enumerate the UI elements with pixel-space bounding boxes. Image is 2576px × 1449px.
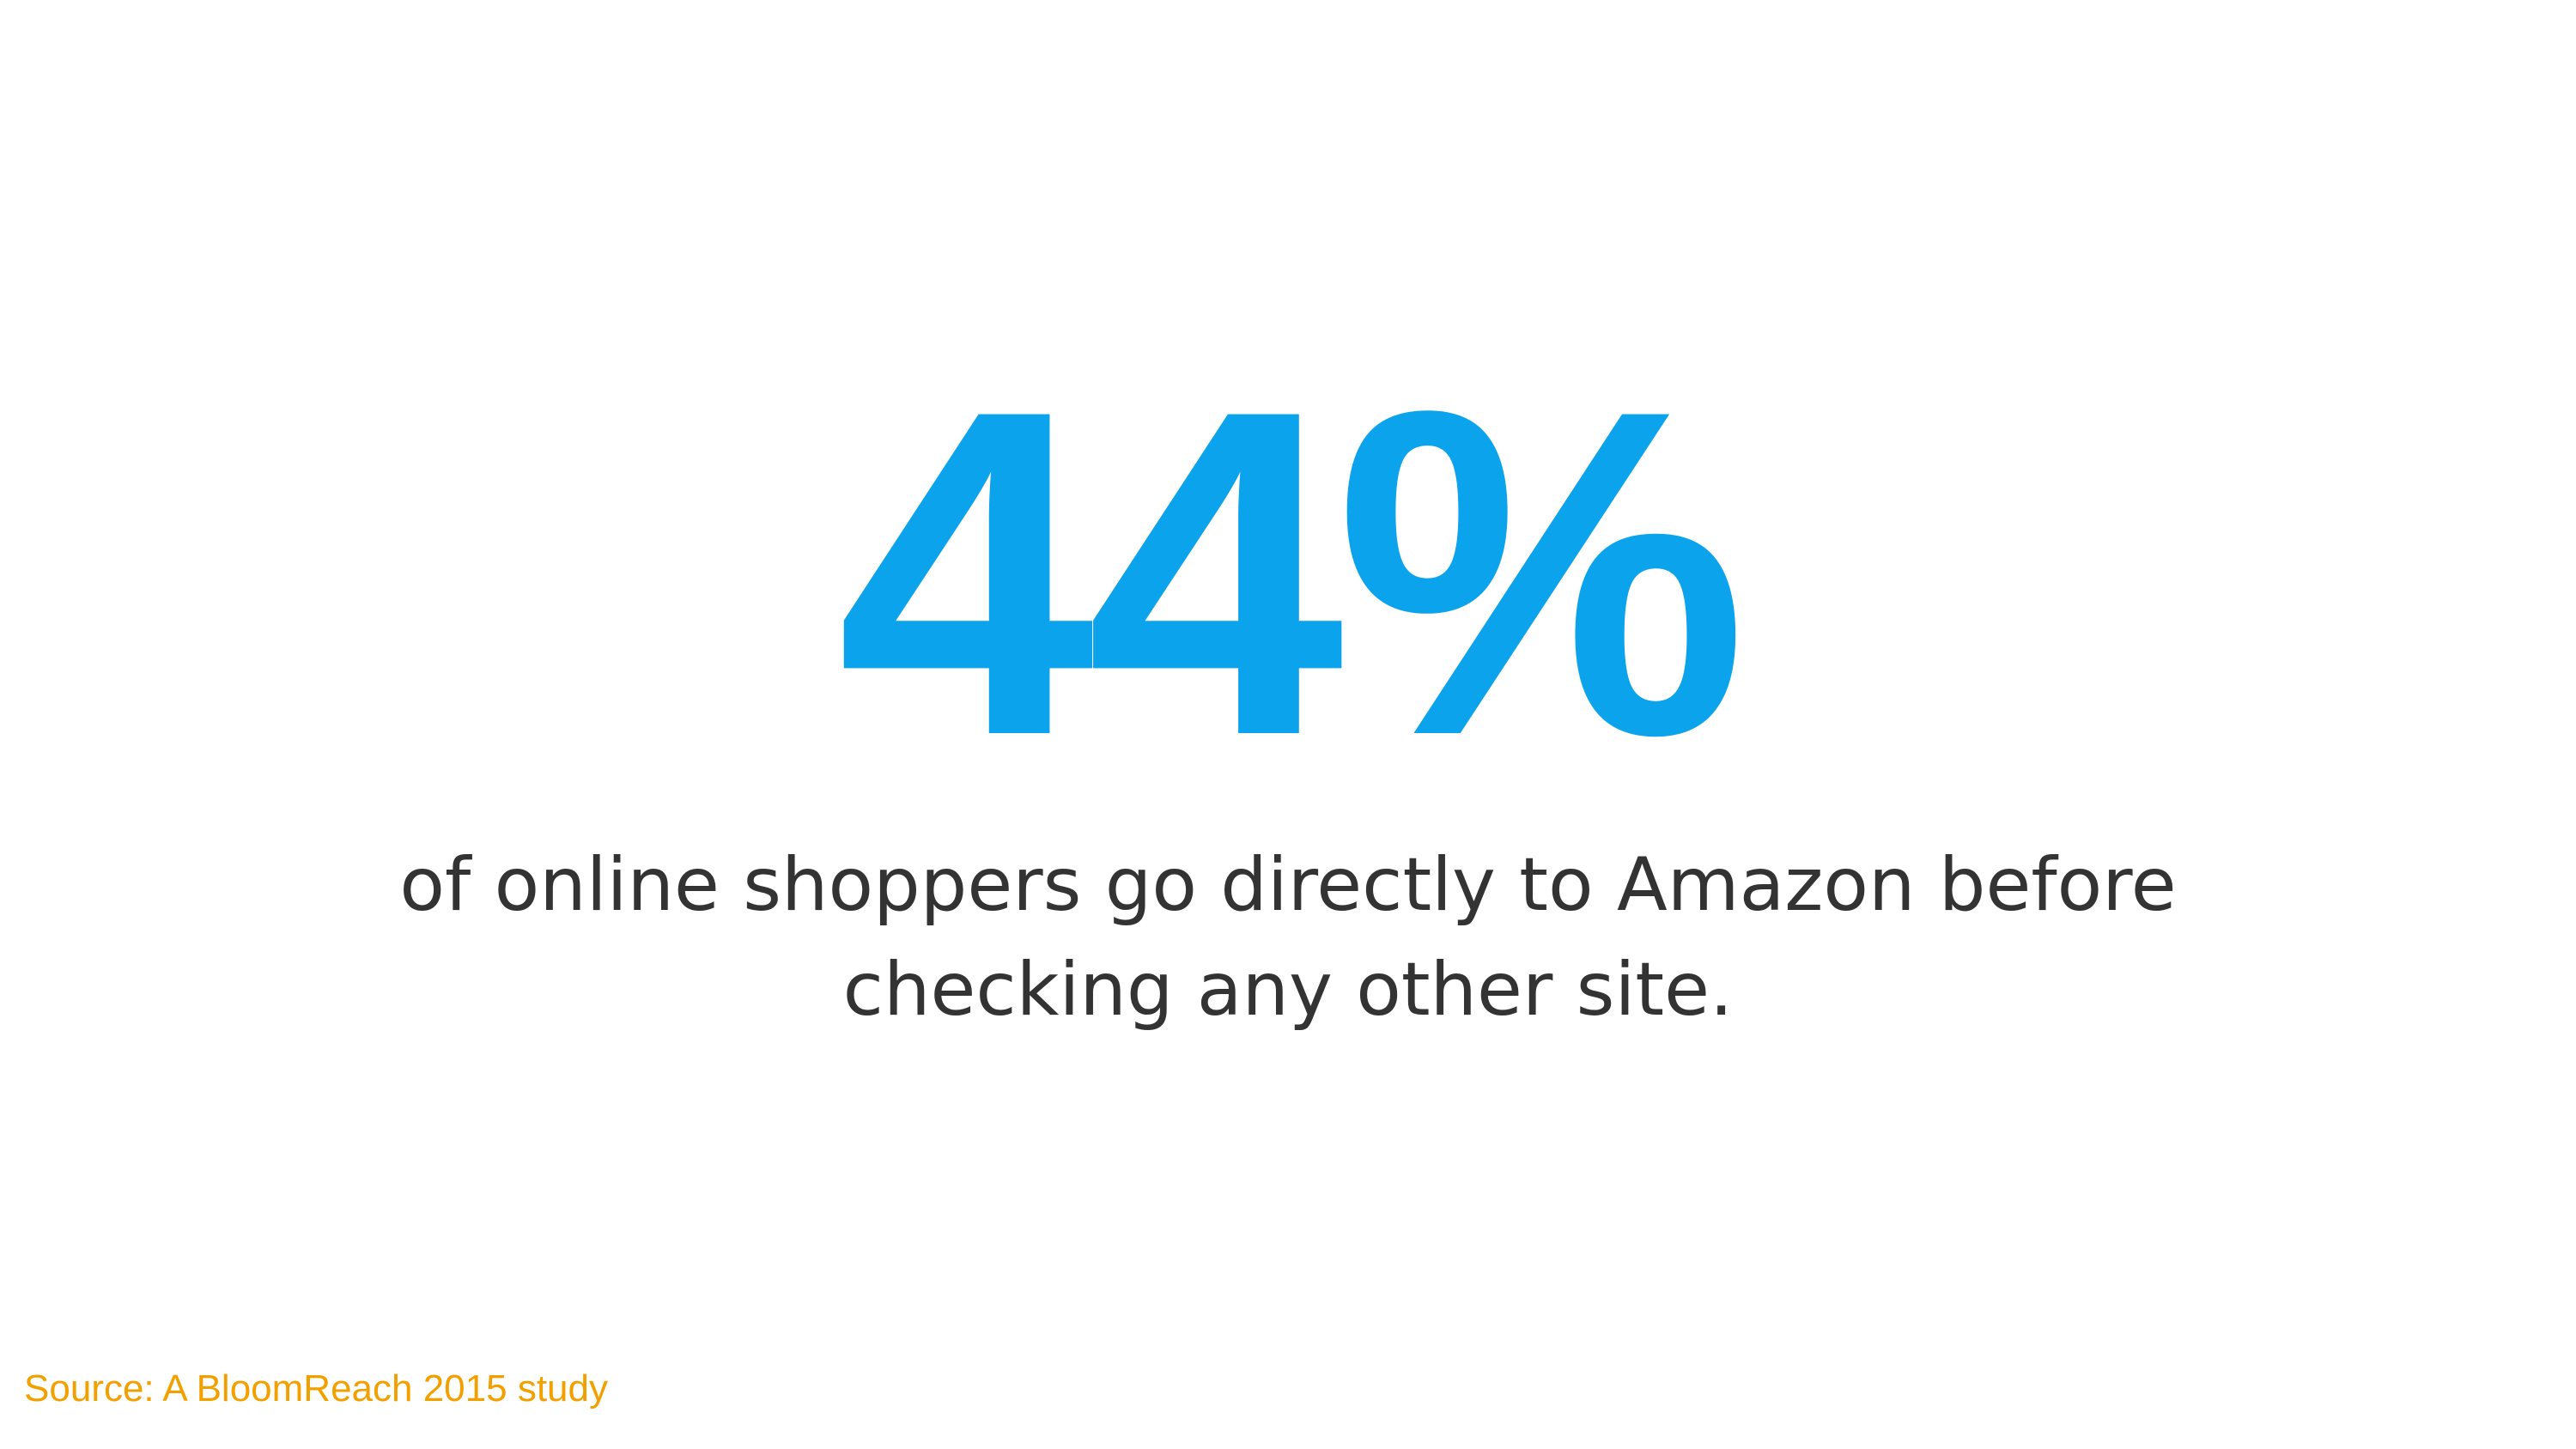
caption-line-2: checking any other site.	[842, 947, 1734, 1033]
slide: 44% of online shoppers go directly to Am…	[0, 0, 2576, 1449]
source-citation: Source: A BloomReach 2015 study	[24, 1367, 608, 1410]
caption-line-1: of online shoppers go directly to Amazon…	[399, 842, 2177, 928]
statistic-caption: of online shoppers go directly to Amazon…	[0, 833, 2576, 1042]
headline-statistic: 44%	[836, 314, 1748, 832]
